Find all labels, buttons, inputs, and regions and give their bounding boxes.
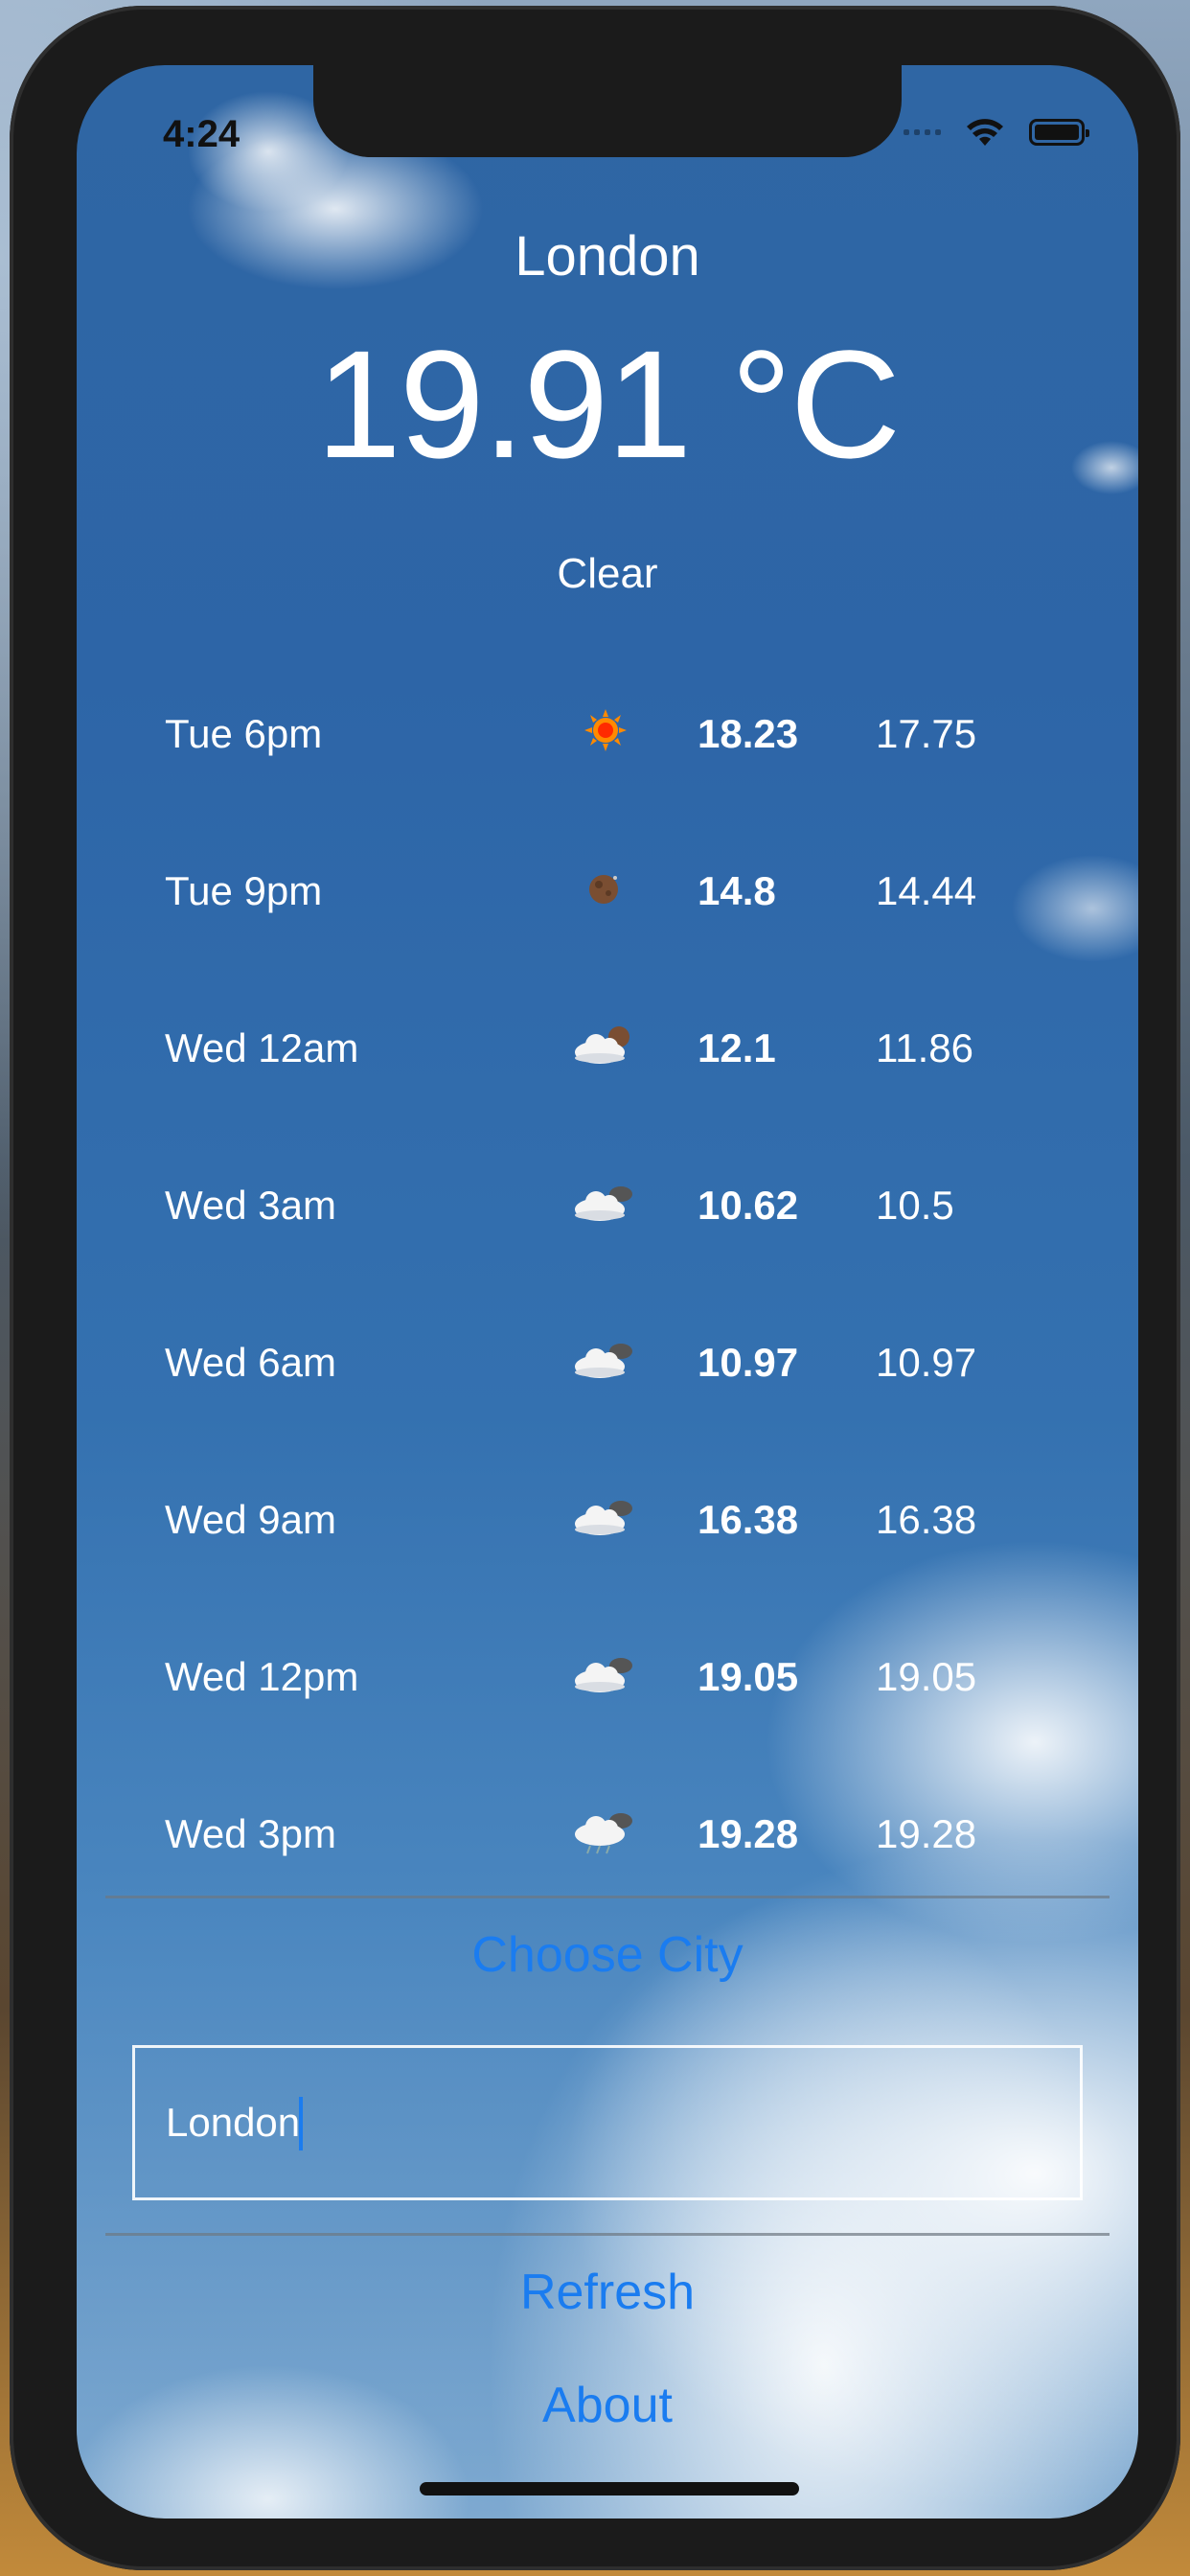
refresh-button[interactable]: Refresh (77, 2264, 1138, 2321)
forecast-high: 16.38 (698, 1497, 799, 1542)
forecast-low: 10.97 (876, 1340, 977, 1385)
status-icons (904, 117, 1089, 148)
divider (105, 1896, 1110, 1898)
wifi-icon (967, 119, 1003, 146)
cloud-icon (575, 1501, 632, 1535)
forecast-high: 19.05 (698, 1654, 799, 1699)
weather-condition: Clear (557, 550, 658, 597)
rain-cloud-icon (575, 1813, 632, 1854)
city-name: London (515, 225, 700, 288)
status-time: 4:24 (163, 113, 240, 155)
forecast-low: 19.05 (876, 1654, 977, 1699)
forecast-time: Wed 6am (165, 1340, 336, 1385)
forecast-low: 10.5 (876, 1183, 954, 1228)
forecast-row: Wed 12pm 19.05 19.05 (165, 1641, 1065, 1717)
forecast-time: Wed 3am (165, 1183, 336, 1228)
forecast-high: 18.23 (698, 711, 799, 756)
cloud-icon (575, 1344, 632, 1378)
forecast-time: Wed 12pm (165, 1654, 359, 1699)
choose-city-button[interactable]: Choose City (77, 1926, 1138, 1984)
forecast-low: 16.38 (876, 1497, 977, 1542)
forecast-row: Wed 12am 12.1 11.86 (165, 1012, 1065, 1089)
home-indicator (420, 2482, 799, 2496)
forecast-row: Wed 9am 16.38 16.38 (165, 1484, 1065, 1560)
forecast-time: Tue 9pm (165, 868, 323, 913)
forecast-row: Wed 3pm 19.28 19.28 (165, 1798, 1065, 1874)
forecast-time: Tue 6pm (165, 711, 323, 756)
forecast-high: 10.97 (698, 1340, 799, 1385)
sun-icon (584, 709, 627, 751)
forecast-row: Tue 6pm 18.23 17.75 (165, 698, 1065, 774)
forecast-low: 14.44 (876, 868, 977, 913)
forecast-low: 11.86 (876, 1025, 973, 1070)
text-caret (299, 2097, 303, 2150)
forecast-time: Wed 12am (165, 1025, 359, 1070)
about-button[interactable]: About (77, 2377, 1138, 2434)
cloud-icon (575, 1186, 632, 1221)
app-screen: 4:24 London 19.91 °C Clear Tue 6pm 18.23… (77, 65, 1138, 2518)
forecast-time: Wed 3pm (165, 1811, 336, 1856)
forecast-low: 17.75 (876, 711, 977, 756)
cloud-moon-icon (575, 1026, 629, 1064)
forecast-row: Tue 9pm 14.8 14.44 (165, 855, 1065, 932)
cloud-icon (575, 1658, 632, 1692)
notch (313, 65, 902, 157)
cellular-signal-icon (904, 129, 941, 135)
forecast-high: 19.28 (698, 1811, 799, 1856)
divider (105, 2233, 1110, 2236)
battery-icon (1029, 119, 1089, 146)
forecast-time: Wed 9am (165, 1497, 336, 1542)
forecast-row: Wed 6am 10.97 10.97 (165, 1326, 1065, 1403)
forecast-high: 14.8 (698, 868, 776, 913)
moon-icon (589, 875, 618, 904)
forecast-low: 19.28 (876, 1811, 977, 1856)
forecast-high: 12.1 (698, 1025, 776, 1070)
phone-frame: 4:24 London 19.91 °C Clear Tue 6pm 18.23… (10, 6, 1180, 2570)
forecast-row: Wed 3am 10.62 10.5 (165, 1169, 1065, 1246)
current-temperature: 19.91 °C (315, 318, 901, 490)
forecast-high: 10.62 (698, 1183, 799, 1228)
city-input[interactable] (132, 2045, 1083, 2200)
